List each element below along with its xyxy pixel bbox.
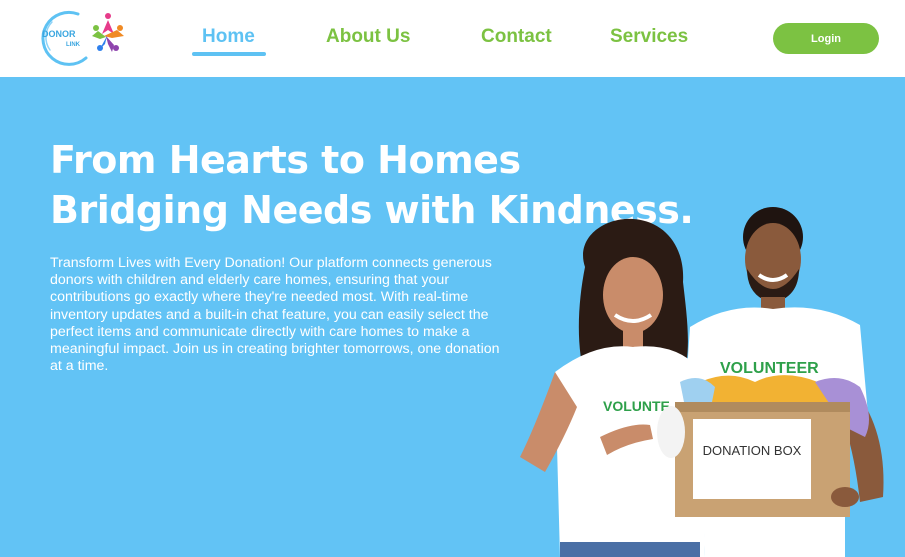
donor-link-logo[interactable]: DONOR LINK xyxy=(38,6,130,68)
logo-text-top: DONOR xyxy=(42,29,76,39)
nav-home[interactable]: Home xyxy=(202,26,255,48)
donation-box-label: DONATION BOX xyxy=(703,443,802,458)
volunteers-illustration: VOLUNTE VOLUNTEER DONATION BOX xyxy=(520,207,884,557)
nav-about-us[interactable]: About Us xyxy=(326,26,410,48)
volunteers-image: VOLUNTE VOLUNTEER DONATION BOX xyxy=(515,197,905,557)
nav-active-indicator xyxy=(192,52,266,56)
nav-contact[interactable]: Contact xyxy=(481,26,552,48)
hero-description: Transform Lives with Every Donation! Our… xyxy=(50,255,500,375)
nav-services[interactable]: Services xyxy=(610,26,688,48)
people-star-icon xyxy=(92,13,124,52)
site-header: DONOR LINK Home About Us Contact Service… xyxy=(0,0,905,77)
hero-section: From Hearts to Homes Bridging Needs with… xyxy=(0,77,905,557)
logo-text-bottom: LINK xyxy=(66,42,81,48)
login-button[interactable]: Login xyxy=(773,23,879,54)
logo-graphic: DONOR LINK xyxy=(41,10,124,66)
donation-box: DONATION BOX xyxy=(657,375,869,517)
man-shirt-text: VOLUNTEER xyxy=(720,360,819,377)
woman-shirt-text: VOLUNTE xyxy=(603,398,670,414)
hero-headline-line-1: From Hearts to Homes xyxy=(50,138,521,182)
